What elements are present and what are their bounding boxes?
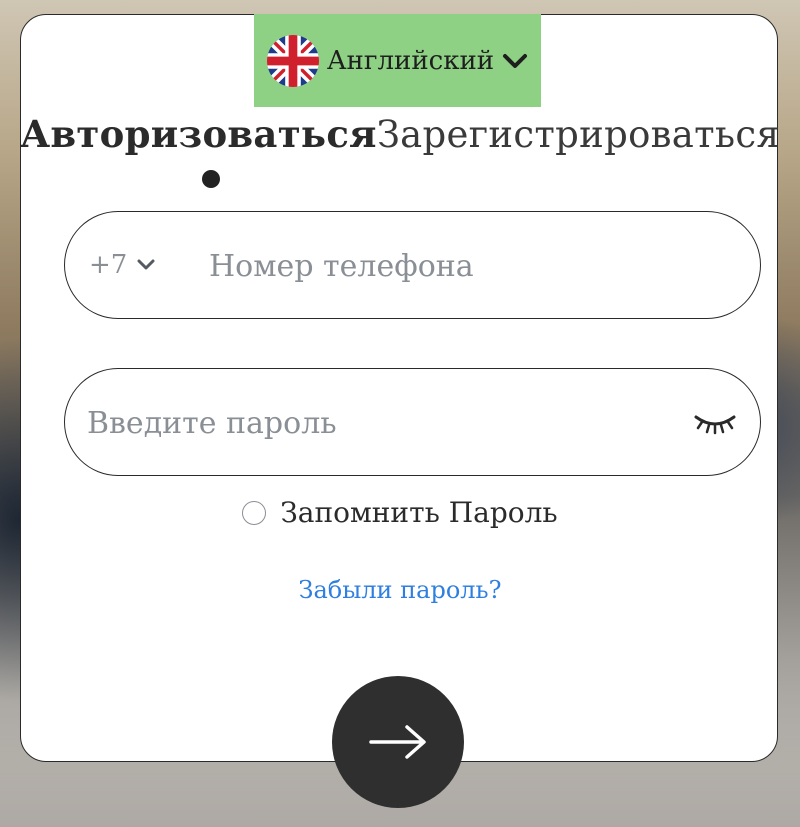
- tab-login[interactable]: Авторизоваться: [20, 112, 377, 156]
- active-tab-indicator: [202, 170, 220, 188]
- language-label: Английский: [326, 45, 495, 76]
- submit-button[interactable]: [332, 676, 464, 808]
- arrow-right-icon: [369, 725, 426, 759]
- auth-tabs: АвторизоватьсяЗарегистрироваться: [0, 112, 800, 156]
- tab-register[interactable]: Зарегистрироваться: [377, 113, 780, 156]
- password-field: [64, 368, 761, 477]
- remember-label[interactable]: Запомнить Пароль: [280, 496, 557, 529]
- forgot-password-link[interactable]: Забыли пароль?: [0, 576, 800, 604]
- language-selector[interactable]: Английский: [254, 14, 541, 107]
- country-code-select[interactable]: +7: [89, 212, 155, 318]
- password-input[interactable]: [85, 369, 669, 477]
- eye-closed-icon[interactable]: [692, 409, 738, 435]
- chevron-down-icon: [503, 53, 528, 68]
- remember-password: Запомнить Пароль: [0, 496, 800, 529]
- chevron-down-icon: [137, 259, 155, 270]
- remember-radio[interactable]: [242, 500, 267, 525]
- phone-field: +7: [64, 211, 761, 320]
- uk-flag-icon: [266, 34, 319, 87]
- country-code-value: +7: [89, 250, 128, 280]
- phone-input[interactable]: [207, 212, 731, 320]
